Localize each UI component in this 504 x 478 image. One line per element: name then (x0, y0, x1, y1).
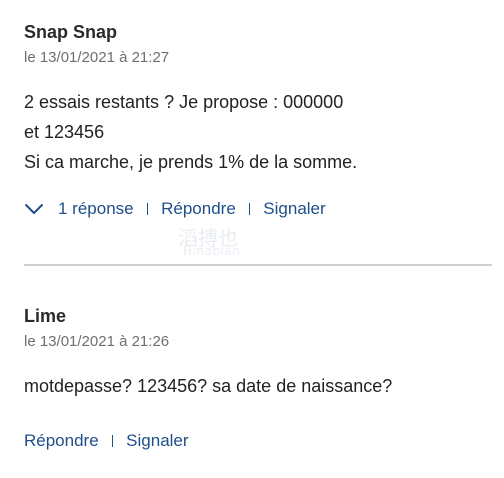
comment-actions: 1 réponse Répondre Signaler (24, 197, 492, 221)
action-separator (248, 203, 251, 215)
comment-body: 2 essais restants ? Je propose : 000000 … (24, 87, 492, 177)
watermark-cn-text: 滔搏也 (178, 226, 238, 250)
watermark-latin-text: Hinablan (183, 244, 241, 258)
comment-body: motdepasse? 123456? sa date de naissance… (24, 371, 492, 401)
reply-button[interactable]: Répondre (161, 197, 236, 221)
comment-author: Snap Snap (24, 22, 118, 42)
comment-line: 2 essais restants ? Je propose : 000000 (24, 92, 344, 112)
comment-line: et 123456 (24, 122, 105, 142)
comment-line: motdepasse? 123456? sa date de naissance… (24, 376, 393, 396)
comment-line: Si ca marche, je prends 1% de la somme. (24, 152, 358, 172)
comment-snap-snap: Snap Snap le 13/01/2021 à 21:27 2 essais… (24, 20, 492, 221)
comment-date: le 13/01/2021 à 21:26 (24, 333, 170, 350)
replies-count-label: 1 réponse (58, 199, 134, 218)
comment-date: le 13/01/2021 à 21:27 (24, 49, 170, 66)
watermark: 滔搏也 Hinablan (178, 222, 328, 262)
action-separator (111, 435, 114, 447)
action-separator (146, 203, 149, 215)
report-button[interactable]: Signaler (126, 429, 188, 453)
comment-actions: Répondre Signaler (24, 429, 492, 453)
comment-divider (24, 264, 492, 266)
comment-lime: Lime le 13/01/2021 à 21:26 motdepasse? 1… (24, 304, 492, 453)
toggle-replies-button[interactable]: 1 réponse (24, 197, 134, 221)
comment-author: Lime (24, 306, 67, 326)
chevron-down-icon (24, 203, 44, 215)
reply-button[interactable]: Répondre (24, 429, 99, 453)
report-button[interactable]: Signaler (263, 197, 325, 221)
